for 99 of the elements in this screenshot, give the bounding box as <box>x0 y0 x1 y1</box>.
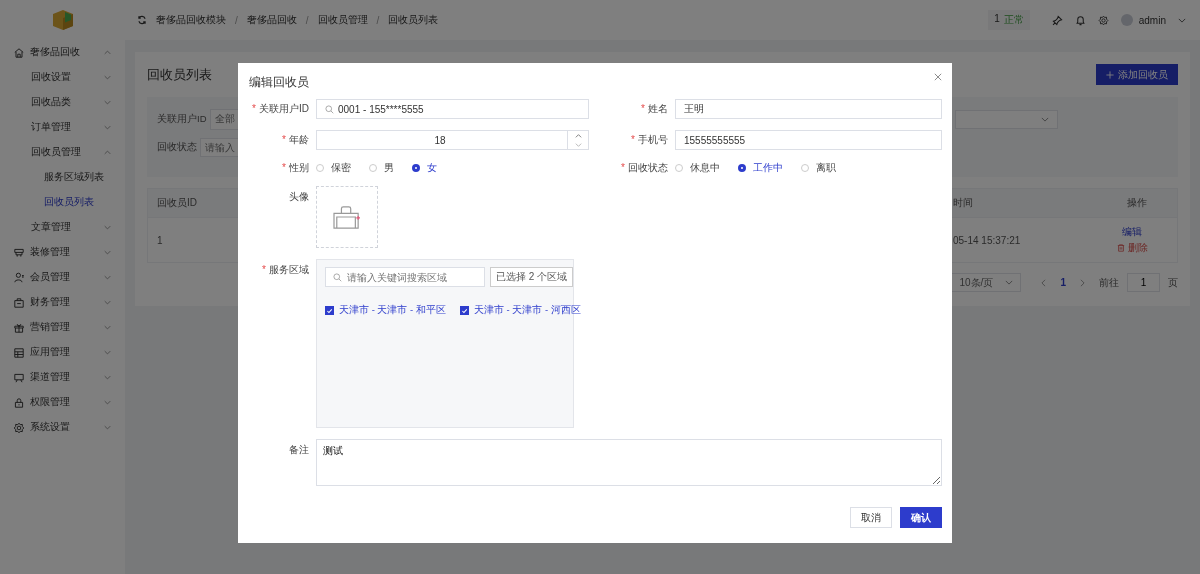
avatar-upload[interactable] <box>316 186 378 248</box>
store-icon <box>13 246 25 259</box>
avatar[interactable] <box>1120 14 1133 26</box>
cancel-button[interactable]: 取消 <box>850 507 892 528</box>
next-page-icon[interactable] <box>1080 278 1085 287</box>
status-badge: 1 正常 <box>988 10 1030 30</box>
breadcrumb-separator: / <box>235 14 238 26</box>
sidebar-item[interactable]: 财务管理 <box>0 290 125 315</box>
page-size-select[interactable]: 10条/页 <box>951 273 1022 292</box>
increment-icon[interactable] <box>574 133 582 138</box>
column-header: 时间 <box>952 196 974 210</box>
sidebar-item[interactable]: 奢侈品回收 <box>0 40 125 65</box>
field-label: * 性别 <box>281 161 310 175</box>
sidebar-item[interactable]: 营销管理 <box>0 315 125 340</box>
sidebar-item[interactable]: 服务区域列表 <box>0 165 125 190</box>
settings-icon[interactable] <box>1097 14 1109 26</box>
checkmark-icon <box>326 306 333 315</box>
breadcrumb-item[interactable]: 奢侈品回收 <box>246 13 297 27</box>
close-icon[interactable] <box>934 73 942 81</box>
user-icon <box>13 271 25 284</box>
user-name[interactable]: admin <box>1138 14 1166 26</box>
selected-count-tag[interactable]: 已选择 2 个区域 <box>490 267 574 287</box>
search-icon <box>325 104 334 114</box>
radio-option[interactable]: 离职 <box>801 161 836 175</box>
select-field[interactable] <box>955 110 1058 129</box>
user-search-field[interactable]: 0001 - 155****5555 <box>316 99 589 119</box>
radio-option[interactable]: 女 <box>412 161 437 175</box>
sidebar-item[interactable]: 系统设置 <box>0 415 125 440</box>
logo-icon <box>50 8 75 32</box>
plus-icon <box>1106 70 1114 79</box>
column-header: 操作 <box>1125 196 1148 210</box>
bell-icon[interactable] <box>1074 14 1086 26</box>
breadcrumb-item[interactable]: 回收员管理 <box>317 13 368 27</box>
remark-field[interactable]: 测试 <box>316 439 942 486</box>
delete-link[interactable]: 删除 <box>1116 241 1148 255</box>
confirm-button[interactable]: 确认 <box>900 507 942 528</box>
breadcrumb-item[interactable]: 奢侈品回收模块 <box>156 13 226 27</box>
field-label: * 手机号 <box>630 133 669 147</box>
search-icon <box>333 272 342 282</box>
sidebar-item[interactable]: 回收品类 <box>0 90 125 115</box>
sidebar-item[interactable]: 应用管理 <box>0 340 125 365</box>
field-label: * 回收状态 <box>620 161 669 175</box>
chevron-icon[interactable] <box>1178 17 1186 23</box>
refresh-icon[interactable] <box>137 15 147 25</box>
breadcrumb-item[interactable]: 回收员列表 <box>388 13 439 27</box>
sidebar-item[interactable]: 回收员管理 <box>0 140 125 165</box>
sidebar-item[interactable]: 装修管理 <box>0 240 125 265</box>
dialog-title: 编辑回收员 <box>249 74 309 91</box>
edit-link[interactable]: 编辑 <box>1122 225 1142 239</box>
page-input[interactable]: 1 <box>1127 273 1160 292</box>
age-field[interactable]: 18 <box>316 130 589 150</box>
gift-icon <box>13 321 25 334</box>
goto-label: 前往 <box>1099 275 1119 290</box>
field-label: 备注 <box>288 443 310 457</box>
filter-label: 关联用户ID <box>157 113 207 126</box>
breadcrumb-separator: / <box>305 14 309 26</box>
chevron-icon <box>1041 117 1049 122</box>
checkmark-icon <box>460 306 468 315</box>
pin-icon[interactable] <box>1051 14 1063 26</box>
trash-icon <box>1116 244 1125 252</box>
bag-icon <box>331 204 363 230</box>
radio-option[interactable]: 休息中 <box>675 161 720 175</box>
table-cell-text: 1 <box>156 234 164 246</box>
phone-field[interactable]: 15555555555 <box>675 130 942 150</box>
sidebar-item[interactable]: 文章管理 <box>0 215 125 240</box>
area-checkbox[interactable]: 天津市 - 天津市 - 和平区 <box>325 304 446 317</box>
radio-option[interactable]: 男 <box>369 161 394 175</box>
area-checkbox[interactable]: 天津市 - 天津市 - 河西区 <box>459 304 581 317</box>
decrement-icon[interactable] <box>574 142 582 147</box>
field-label: * 姓名 <box>640 102 669 116</box>
page-unit: 页 <box>1168 275 1178 290</box>
monitor-icon <box>13 371 25 384</box>
add-button[interactable]: 添加回收员 <box>1096 64 1178 85</box>
column-header: 回收员ID <box>156 196 198 210</box>
table-cell-text: 05-14 15:37:21 <box>952 234 1022 246</box>
name-field[interactable]: 王明 <box>675 99 942 119</box>
radio-option[interactable]: 工作中 <box>738 161 783 175</box>
area-search-field[interactable]: 请输入关键词搜索区域 <box>325 267 485 287</box>
field-label: * 服务区域 <box>261 263 310 277</box>
field-label: * 关联用户ID <box>251 102 310 116</box>
radio-option[interactable]: 保密 <box>316 161 351 175</box>
home-icon <box>13 46 25 59</box>
sidebar-item[interactable]: 回收设置 <box>0 65 125 90</box>
grid-icon <box>13 346 25 359</box>
page-title: 回收员列表 <box>147 65 212 84</box>
field-label: 头像 <box>288 190 310 204</box>
previous-page-icon[interactable] <box>1041 278 1047 287</box>
sidebar-item[interactable]: 会员管理 <box>0 265 125 290</box>
lock-icon <box>13 396 25 409</box>
sidebar-item[interactable]: 渠道管理 <box>0 365 125 390</box>
page-number[interactable]: 1 <box>1060 277 1066 288</box>
field-label: * 年龄 <box>281 133 310 147</box>
settings-icon <box>13 421 25 434</box>
filter-label: 回收状态 <box>157 141 197 154</box>
sidebar-item[interactable]: 回收员列表 <box>0 190 125 215</box>
sidebar-item[interactable]: 订单管理 <box>0 115 125 140</box>
breadcrumb-separator: / <box>376 14 380 26</box>
chevron-icon <box>1005 280 1014 285</box>
sidebar-item[interactable]: 权限管理 <box>0 390 125 415</box>
